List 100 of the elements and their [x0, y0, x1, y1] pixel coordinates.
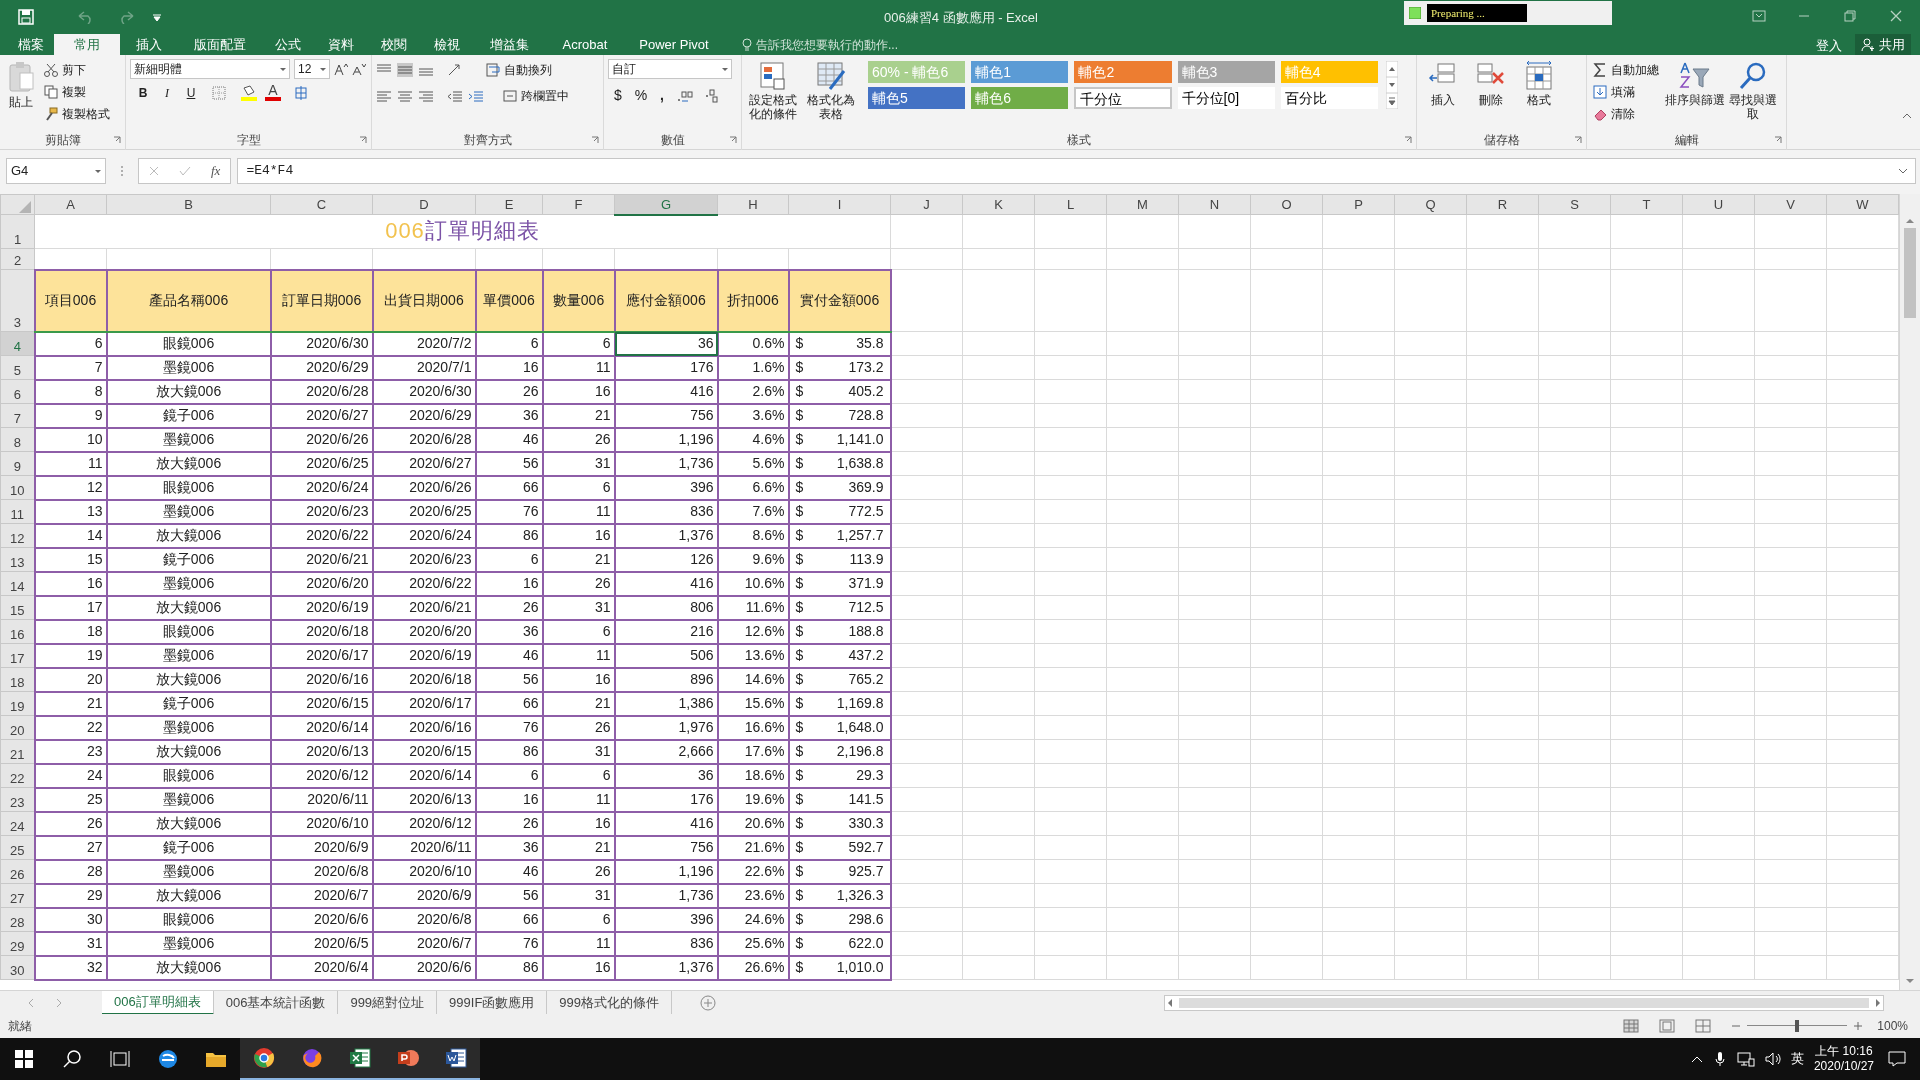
row-header[interactable]: 14	[0, 571, 35, 596]
column-header[interactable]: V	[1754, 194, 1827, 215]
search-icon[interactable]	[61, 1048, 83, 1070]
scrollbar-thumb[interactable]	[1904, 228, 1916, 318]
column-header[interactable]: M	[1106, 194, 1179, 215]
align-right-icon[interactable]	[418, 89, 434, 103]
start-menu-icon[interactable]	[13, 1048, 35, 1070]
notifications-icon[interactable]	[1888, 1051, 1906, 1067]
row-header[interactable]: 29	[0, 931, 35, 956]
fill-button[interactable]: 填滿	[1591, 81, 1661, 103]
network-icon[interactable]	[1736, 1051, 1755, 1067]
italic-button[interactable]: I	[158, 83, 176, 103]
row-header[interactable]: 3	[0, 269, 35, 332]
scroll-down-icon[interactable]	[1906, 978, 1914, 984]
ribbon-display-icon[interactable]	[1752, 10, 1766, 22]
row-header[interactable]: 19	[0, 691, 35, 716]
column-header[interactable]: B	[106, 194, 271, 215]
clock[interactable]: 上午 10:16 2020/10/27	[1813, 1044, 1874, 1074]
column-header[interactable]: O	[1250, 194, 1323, 215]
insert-function-button[interactable]: fx	[211, 161, 221, 181]
decrease-indent-icon[interactable]	[447, 89, 463, 103]
format-painter-button[interactable]: 複製格式	[42, 103, 112, 125]
volume-icon[interactable]	[1764, 1051, 1783, 1067]
row-header[interactable]: 2	[0, 248, 35, 270]
zoom-slider-thumb[interactable]	[1795, 1020, 1800, 1032]
scroll-up-icon[interactable]	[1386, 61, 1398, 77]
insert-cells-button[interactable]: 插入	[1421, 59, 1465, 130]
ribbon-tab[interactable]: 增益集	[474, 34, 544, 55]
chevron-up-icon[interactable]	[1690, 1055, 1703, 1063]
column-header[interactable]: G	[614, 194, 718, 215]
gallery-more-icon[interactable]	[1386, 93, 1398, 109]
column-header[interactable]: L	[1034, 194, 1107, 215]
tell-me-search[interactable]: 告訴我您想要執行的動作...	[756, 35, 898, 54]
row-header[interactable]: 16	[0, 619, 35, 644]
dialog-launcher-icon[interactable]	[1574, 136, 1582, 144]
sheet-tab[interactable]: 006訂單明細表	[102, 990, 214, 1015]
delete-cells-button[interactable]: 刪除	[1469, 59, 1513, 130]
dialog-launcher-icon[interactable]	[359, 136, 367, 144]
comma-button[interactable]: ,	[658, 85, 666, 106]
row-header[interactable]: 20	[0, 715, 35, 740]
formula-field[interactable]: =E4*F4	[237, 158, 1916, 184]
dialog-launcher-icon[interactable]	[113, 136, 121, 144]
row-header[interactable]: 15	[0, 595, 35, 620]
presentation-app-icon[interactable]	[397, 1047, 419, 1069]
cut-button[interactable]: 剪下	[42, 59, 112, 81]
ribbon-tab[interactable]: 資料	[314, 34, 368, 55]
row-header[interactable]: 9	[0, 451, 35, 476]
column-header[interactable]: Q	[1394, 194, 1467, 215]
fox-browser-icon[interactable]	[301, 1047, 323, 1069]
scroll-up-icon[interactable]	[1906, 218, 1914, 224]
share-button[interactable]: 共用	[1855, 34, 1911, 55]
row-header[interactable]: 26	[0, 859, 35, 884]
row-header[interactable]: 22	[0, 763, 35, 788]
column-header[interactable]: A	[34, 194, 107, 215]
scroll-right-icon[interactable]	[1875, 998, 1882, 1007]
row-header[interactable]: 27	[0, 883, 35, 908]
row-header[interactable]: 18	[0, 667, 35, 692]
page-break-icon[interactable]	[1695, 1019, 1712, 1033]
column-header[interactable]: R	[1466, 194, 1539, 215]
column-header[interactable]: J	[890, 194, 963, 215]
name-box[interactable]: G4	[6, 158, 106, 184]
browser-icon[interactable]	[157, 1048, 179, 1070]
dialog-launcher-icon[interactable]	[1774, 136, 1782, 144]
row-header[interactable]: 23	[0, 787, 35, 812]
add-sheet-icon[interactable]	[700, 994, 717, 1011]
row-header[interactable]: 11	[0, 499, 35, 524]
zoom-slider[interactable]	[1747, 1020, 1848, 1032]
row-header[interactable]: 30	[0, 955, 35, 980]
previous-sheet-icon[interactable]	[28, 998, 34, 1007]
row-header[interactable]: 4	[0, 331, 35, 356]
cell-style-swatch[interactable]: 輔色5	[868, 87, 966, 109]
row-header[interactable]: 28	[0, 907, 35, 932]
increase-indent-icon[interactable]	[468, 89, 484, 103]
column-header[interactable]: S	[1538, 194, 1611, 215]
shrink-font-icon[interactable]	[352, 62, 366, 76]
wrap-text-button[interactable]: 自動換列	[484, 59, 554, 81]
row-header[interactable]: 1	[0, 214, 35, 249]
row-header[interactable]: 7	[0, 403, 35, 428]
underline-button[interactable]: U	[182, 83, 200, 103]
ribbon-tab[interactable]: 檢視	[420, 34, 474, 55]
clear-button[interactable]: 清除	[1591, 103, 1661, 125]
input-method-indicator[interactable]: 英	[1790, 1049, 1804, 1069]
zoom-in-icon[interactable]	[1853, 1021, 1864, 1031]
expand-icon[interactable]	[1899, 168, 1907, 174]
format-cells-button[interactable]: 格式	[1517, 59, 1561, 130]
vertical-scrollbar[interactable]	[1899, 194, 1920, 990]
page-layout-icon[interactable]	[1659, 1019, 1676, 1033]
column-header[interactable]: W	[1826, 194, 1899, 215]
row-header[interactable]: 13	[0, 547, 35, 572]
normal-view-icon[interactable]	[1623, 1019, 1640, 1033]
row-header[interactable]: 6	[0, 379, 35, 404]
scroll-down-icon[interactable]	[1386, 77, 1398, 93]
ribbon-tab[interactable]: 版面配置	[178, 34, 262, 55]
column-header[interactable]: I	[788, 194, 891, 215]
paste-button[interactable]: 貼上	[4, 59, 38, 130]
row-header[interactable]: 25	[0, 835, 35, 860]
row-header[interactable]: 8	[0, 427, 35, 452]
cell-style-swatch[interactable]: 千分位	[1074, 87, 1172, 109]
column-header[interactable]: E	[475, 194, 543, 215]
column-header[interactable]: T	[1610, 194, 1683, 215]
